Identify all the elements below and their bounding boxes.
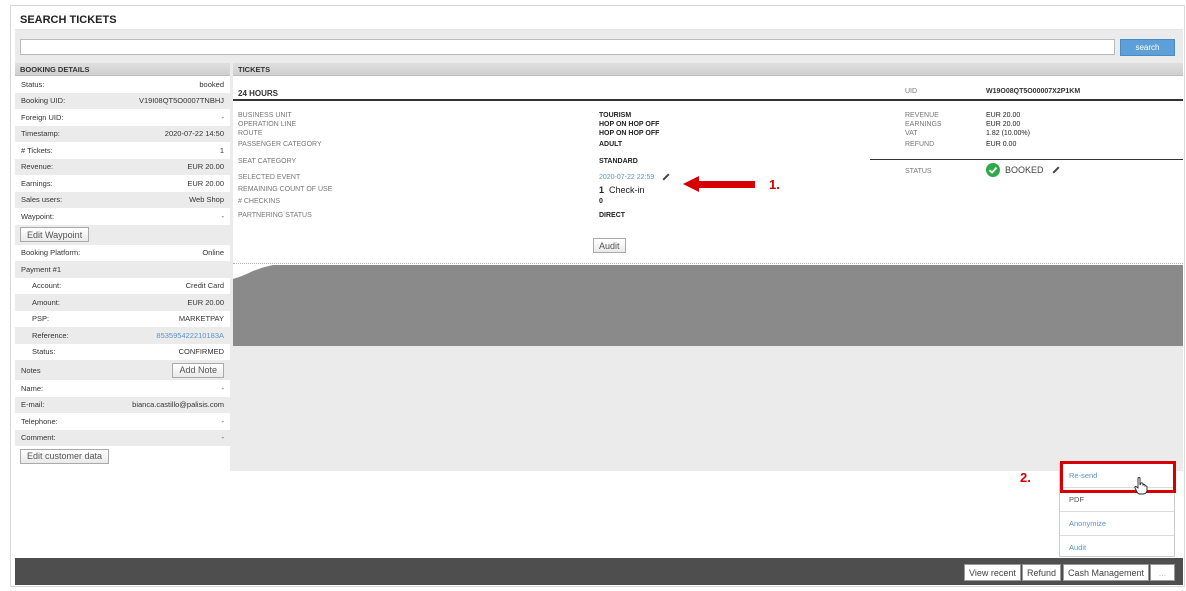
field-label: SELECTED EVENT — [238, 174, 301, 181]
detail-row-earnings: Earnings: EUR 20.00 — [21, 178, 224, 188]
payment-heading: Payment #1 — [15, 261, 230, 278]
annotation-step-1: 1. — [769, 177, 780, 192]
add-note-button[interactable]: Add Note — [172, 362, 224, 378]
menu-item-anonymize[interactable]: Anonymize — [1060, 512, 1174, 535]
notes-row: Notes Add Note — [15, 360, 230, 380]
torn-edge-decoration — [233, 263, 1183, 346]
tickets-header: TICKETS — [233, 63, 1183, 76]
detail-row-booking-platform: Booking Platform: Online — [21, 248, 224, 258]
detail-row-booking-uid: Booking UID: V19I08QT5O0007TNBHJ — [15, 92, 230, 109]
red-arrow-annotation — [683, 176, 755, 192]
customer-row-telephone: Telephone: - — [21, 416, 224, 426]
field-value: EUR 20.00 — [986, 112, 1021, 119]
ticket-name: 24 HOURS — [238, 89, 279, 98]
annotation-step-2: 2. — [1020, 470, 1031, 485]
edit-status-pencil-icon[interactable] — [1051, 166, 1060, 174]
field-value: 0 — [599, 198, 603, 205]
field-label: BUSINESS UNIT — [238, 112, 292, 119]
payment-row-amount: Amount: EUR 20.00 — [15, 294, 230, 311]
field-label: REMAINING COUNT OF USE — [238, 186, 333, 193]
detail-row-tickets: # Tickets: 1 — [21, 145, 224, 155]
detail-row-revenue: Revenue: EUR 20.00 — [15, 158, 230, 175]
edit-customer-data-button[interactable]: Edit customer data — [20, 448, 110, 464]
search-input[interactable] — [20, 39, 1115, 55]
field-label: VAT — [905, 130, 918, 137]
cash-management-button[interactable]: Cash Management — [1063, 564, 1150, 581]
customer-row-name: Name: - — [21, 383, 224, 393]
menu-item-audit[interactable]: Audit — [1060, 536, 1174, 559]
payment-row-status: Status: CONFIRMED — [32, 347, 224, 357]
ticket-summary-row: 24 HOURS UID W19O08QT5O00007X2P1KM — [233, 80, 1183, 101]
check-circle-icon — [986, 163, 1000, 177]
detail-row-foreign-uid: Foreign UID: - — [21, 112, 224, 122]
status-label: STATUS — [905, 168, 932, 175]
remaining-count-value: 1 Check-in — [599, 185, 645, 195]
detail-row-status: Status: booked — [21, 79, 224, 89]
field-label: SEAT CATEGORY — [238, 158, 297, 165]
field-label: PARTNERING STATUS — [238, 212, 312, 219]
field-label: # CHECKINS — [238, 198, 281, 205]
search-button[interactable]: search — [1120, 39, 1175, 56]
field-value: HOP ON HOP OFF — [599, 130, 660, 137]
field-label: EARNINGS — [905, 121, 942, 128]
booking-details-header: BOOKING DETAILS — [15, 63, 230, 76]
field-label: REFUND — [905, 141, 935, 148]
page-title: SEARCH TICKETS — [15, 10, 1183, 30]
edit-waypoint-button[interactable]: Edit Waypoint — [20, 227, 90, 242]
customer-row-comment: Comment: - — [15, 429, 230, 446]
edit-waypoint-row: Edit Waypoint — [15, 224, 230, 245]
field-label: OPERATION LINE — [238, 121, 297, 128]
edit-customer-row: Edit customer data — [15, 446, 230, 466]
field-value: TOURISM — [599, 112, 632, 119]
tickets-panel: TICKETS 24 HOURS UID W19O08QT5O00007X2P1… — [233, 63, 1183, 263]
field-label: ROUTE — [238, 130, 263, 137]
more-actions-button[interactable]: ... — [1150, 564, 1175, 581]
more-actions-dropdown: Re-send PDF Anonymize Audit — [1059, 463, 1175, 557]
payment-reference-link[interactable]: 853595422210183A — [156, 331, 224, 340]
ticket-audit-button[interactable]: Audit — [593, 238, 626, 253]
field-label: PASSENGER CATEGORY — [238, 141, 322, 148]
field-value: HOP ON HOP OFF — [599, 121, 660, 128]
detail-row-timestamp: Timestamp: 2020-07-22 14:50 — [15, 125, 230, 142]
status-badge: BOOKED — [986, 163, 1060, 177]
menu-item-pdf[interactable]: PDF — [1060, 488, 1174, 511]
refund-button[interactable]: Refund — [1022, 564, 1062, 581]
ticket-uid-label: UID — [905, 88, 918, 95]
hand-pointer-cursor-icon — [1134, 477, 1148, 495]
menu-item-resend[interactable]: Re-send — [1060, 464, 1174, 487]
ticket-uid-value: W19O08QT5O00007X2P1KM — [986, 88, 1081, 95]
selected-event-link[interactable]: 2020-07-22 22:59 — [599, 173, 670, 181]
field-value: ADULT — [599, 141, 623, 148]
payment-row-psp: PSP: MARKETPAY — [32, 314, 224, 324]
field-value: EUR 0.00 — [986, 141, 1017, 148]
payment-row-account: Account: Credit Card — [32, 281, 224, 291]
field-value: DIRECT — [599, 212, 626, 219]
status-divider — [870, 159, 1183, 160]
payment-row-reference: Reference: 853595422210183A — [15, 327, 230, 344]
customer-row-email: E-mail: bianca.castillo@palisis.com — [15, 396, 230, 413]
field-label: REVENUE — [905, 112, 939, 119]
detail-row-sales-users: Sales users: Web Shop — [15, 191, 230, 208]
booking-details-panel: BOOKING DETAILS Status: booked Booking UI… — [15, 63, 230, 471]
field-value: EUR 20.00 — [986, 121, 1021, 128]
view-recent-button[interactable]: View recent — [964, 564, 1021, 581]
detail-row-waypoint: Waypoint: - — [21, 211, 224, 221]
field-value: STANDARD — [599, 158, 638, 165]
empty-ticket-area — [233, 263, 1183, 346]
field-value: 1.82 (10.00%) — [986, 130, 1030, 137]
edit-pencil-icon[interactable] — [662, 173, 670, 181]
dotted-divider — [233, 263, 1183, 264]
